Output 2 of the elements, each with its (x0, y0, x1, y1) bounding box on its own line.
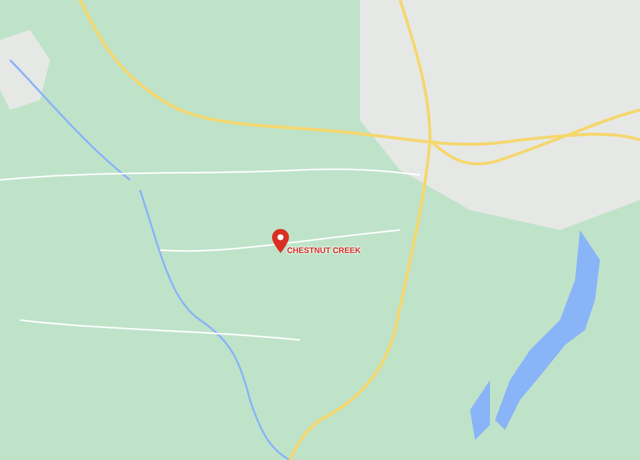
marker-label: CHESTNUT CREEK (287, 246, 361, 255)
location-pin-icon[interactable] (272, 229, 289, 253)
